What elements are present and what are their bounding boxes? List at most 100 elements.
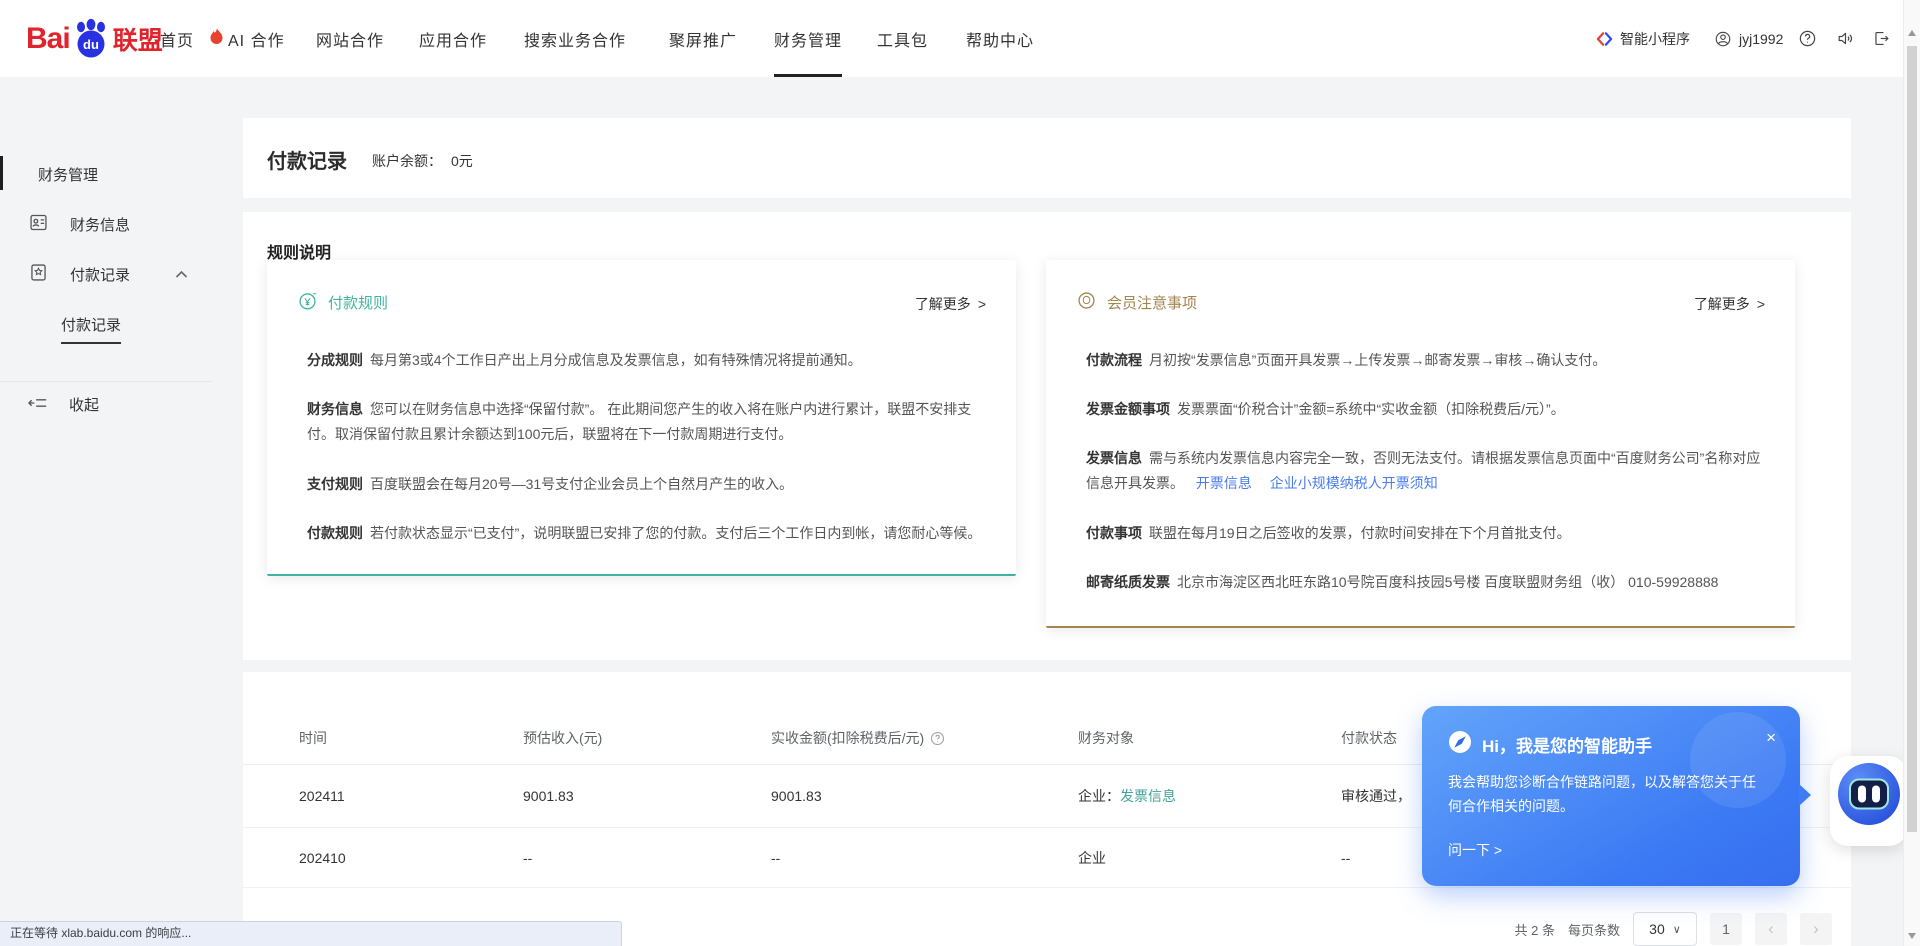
rule-payout-rule: 支付规则百度联盟会在每月20号—31号支付企业会员上个自然月产生的收入。 bbox=[307, 472, 990, 497]
user-account[interactable]: jyj1992 bbox=[1714, 0, 1783, 77]
assistant-popup: Hi，我是您的智能助手 × 我会帮助您诊断合作链路问题，以及解答您关于任何合作相… bbox=[1422, 706, 1800, 886]
nav-ai-cooperation[interactable]: AI 合作 bbox=[210, 0, 285, 77]
sidebar-subitem-payment-records[interactable]: 付款记录 bbox=[61, 314, 121, 344]
note-payment-matters: 付款事项联盟在每月19日之后签收的发票，付款时间安排在下个月首批支付。 bbox=[1086, 521, 1769, 546]
total-count: 共 2 条 bbox=[1515, 920, 1555, 939]
cell-received: -- bbox=[771, 828, 780, 888]
nav-website-cooperation[interactable]: 网站合作 bbox=[316, 0, 384, 77]
page-number-button[interactable]: 1 bbox=[1710, 913, 1742, 945]
ask-link[interactable]: 问一下 > bbox=[1448, 840, 1502, 860]
nav-help-center[interactable]: 帮助中心 bbox=[966, 0, 1034, 77]
per-page-select[interactable]: 30 ∨ bbox=[1633, 912, 1697, 946]
page-scrollbar[interactable] bbox=[1903, 0, 1920, 946]
invoice-open-info-link[interactable]: 开票信息 bbox=[1196, 475, 1252, 491]
per-page-label: 每页条数 bbox=[1568, 920, 1620, 939]
rules-section: 规则说明 付款规则 了解更多> 分成规则每月第3或4个工作日产出上月分成信息及发… bbox=[243, 212, 1851, 660]
rule-share-rule: 分成规则每月第3或4个工作日产出上月分成信息及发票信息，如有特殊情况将提前通知。 bbox=[307, 348, 990, 373]
cell-received: 9001.83 bbox=[771, 765, 822, 828]
member-notes-learn-more-link[interactable]: 了解更多> bbox=[1694, 294, 1765, 314]
top-navbar: Bai du 联盟 首页 AI 合作 网站合作 应用合作 搜索业务合作 聚屏推广… bbox=[0, 0, 1920, 77]
nav-screen-promotion[interactable]: 聚屏推广 bbox=[669, 0, 737, 77]
invoice-info-link[interactable]: 发票信息 bbox=[1120, 788, 1176, 804]
note-invoice-amount: 发票金额事项发票票面“价税合计”金额=系统中“实收金额（扣除税费后/元）”。 bbox=[1086, 397, 1769, 422]
caret-down-icon: ∨ bbox=[1673, 923, 1681, 936]
cell-finance-target: 企业 bbox=[1078, 828, 1106, 888]
balance-value: 0元 bbox=[451, 153, 473, 169]
chevron-right-icon: > bbox=[978, 296, 986, 312]
next-page-button[interactable]: › bbox=[1800, 913, 1832, 945]
rule-payment-rule: 付款规则若付款状态显示“已支付”，说明联盟已安排了您的付款。支付后三个工作日内到… bbox=[307, 521, 990, 546]
col-received-amount: 实收金额(扣除税费后/元) bbox=[771, 712, 945, 768]
assistant-title-row: Hi，我是您的智能助手 bbox=[1448, 730, 1652, 759]
payment-rules-header: 付款规则 bbox=[297, 290, 388, 315]
miniprogram-icon bbox=[1596, 31, 1613, 47]
chevron-up-icon bbox=[175, 266, 188, 283]
assistant-robot-button[interactable] bbox=[1830, 756, 1907, 846]
sidebar-section-title: 财务管理 bbox=[38, 164, 98, 185]
scroll-down-arrow-icon[interactable] bbox=[1908, 933, 1916, 939]
nav-app-cooperation[interactable]: 应用合作 bbox=[419, 0, 487, 77]
cell-estimated: -- bbox=[523, 828, 532, 888]
cell-time: 202411 bbox=[299, 765, 345, 828]
sidebar-item-finance-info[interactable]: 财务信息 bbox=[28, 212, 188, 237]
finance-info-icon bbox=[28, 212, 49, 237]
help-icon[interactable] bbox=[1798, 0, 1817, 77]
flame-icon bbox=[210, 28, 223, 50]
page-title: 付款记录 bbox=[267, 145, 347, 174]
svg-text:du: du bbox=[83, 37, 99, 52]
assistant-title: Hi，我是您的智能助手 bbox=[1482, 732, 1652, 757]
browser-status-text: 正在等待 xlab.baidu.com 的响应... bbox=[0, 921, 622, 946]
col-finance-target: 财务对象 bbox=[1078, 712, 1134, 765]
small-taxpayer-notice-link[interactable]: 企业小规模纳税人开票须知 bbox=[1270, 475, 1438, 491]
baidu-paw-icon: du bbox=[71, 18, 111, 60]
nav-search-business[interactable]: 搜索业务合作 bbox=[524, 0, 626, 77]
collapse-icon bbox=[28, 395, 48, 415]
logout-icon[interactable] bbox=[1872, 0, 1891, 77]
baidu-union-logo[interactable]: Bai du 联盟 bbox=[26, 17, 163, 61]
note-payment-flow: 付款流程月初按“发票信息”页面开具发票→上传发票→邮寄发票→审核→确认支付。 bbox=[1086, 348, 1769, 373]
close-icon[interactable]: × bbox=[1766, 729, 1776, 746]
col-payment-status: 付款状态 bbox=[1341, 712, 1397, 765]
chevron-right-icon: > bbox=[1757, 296, 1765, 312]
account-balance: 账户余额： 0元 bbox=[372, 151, 473, 171]
prev-page-button[interactable]: ‹ bbox=[1755, 913, 1787, 945]
compass-icon bbox=[1448, 730, 1472, 759]
logo-text-union: 联盟 bbox=[113, 21, 163, 57]
assistant-message: 我会帮助您诊断合作链路问题，以及解答您关于任何合作相关的问题。 bbox=[1448, 770, 1766, 818]
cell-finance-target: 企业：发票信息 bbox=[1078, 765, 1176, 828]
nav-home[interactable]: 首页 bbox=[160, 0, 194, 77]
cell-status: -- bbox=[1341, 828, 1350, 888]
balance-label: 账户余额： bbox=[372, 153, 442, 169]
nav-finance-management[interactable]: 财务管理 bbox=[774, 0, 842, 77]
smart-miniprogram-link[interactable]: 智能小程序 bbox=[1596, 0, 1690, 77]
scrollbar-thumb[interactable] bbox=[1907, 46, 1917, 832]
popup-tail bbox=[1799, 784, 1811, 806]
sound-icon[interactable] bbox=[1836, 0, 1855, 77]
member-notes-header: 会员注意事项 bbox=[1076, 290, 1197, 315]
payment-rules-learn-more-link[interactable]: 了解更多> bbox=[915, 294, 986, 314]
logo-text-bai: Bai bbox=[26, 22, 70, 56]
coin-yen-icon bbox=[297, 290, 318, 315]
member-notes-card: 会员注意事项 了解更多> 付款流程月初按“发票信息”页面开具发票→上传发票→邮寄… bbox=[1046, 260, 1795, 628]
rule-finance-info: 财务信息您可以在财务信息中选择“保留付款”。 在此期间您产生的收入将在账户内进行… bbox=[307, 397, 990, 447]
robot-icon bbox=[1838, 763, 1900, 825]
nav-toolkit[interactable]: 工具包 bbox=[877, 0, 928, 77]
user-icon bbox=[1714, 30, 1732, 48]
help-circle-icon[interactable] bbox=[930, 715, 945, 768]
sidebar-divider bbox=[0, 381, 212, 382]
note-mail-invoice: 邮寄纸质发票北京市海淀区西北旺东路10号院百度科技园5号楼 百度联盟财务组（收）… bbox=[1086, 570, 1769, 595]
egg-icon bbox=[1076, 290, 1097, 315]
col-time: 时间 bbox=[299, 712, 327, 765]
sidebar-collapse-button[interactable]: 收起 bbox=[28, 394, 99, 415]
payment-rules-card: 付款规则 了解更多> 分成规则每月第3或4个工作日产出上月分成信息及发票信息，如… bbox=[267, 260, 1016, 576]
pagination: 共 2 条 每页条数 30 ∨ 1 ‹ › bbox=[1515, 912, 1832, 946]
note-invoice-info: 发票信息需与系统内发票信息内容完全一致，否则无法支付。请根据发票信息页面中“百度… bbox=[1086, 446, 1769, 496]
sidebar-item-payment-records[interactable]: 付款记录 bbox=[28, 262, 188, 287]
scroll-up-arrow-icon[interactable] bbox=[1908, 30, 1916, 36]
cell-time: 202410 bbox=[299, 828, 346, 888]
cell-estimated: 9001.83 bbox=[523, 765, 574, 828]
col-estimated-income: 预估收入(元) bbox=[523, 712, 602, 765]
page-header-card: 付款记录 账户余额： 0元 bbox=[243, 118, 1851, 198]
sidebar-active-indicator bbox=[0, 156, 3, 190]
payment-records-icon bbox=[28, 262, 49, 287]
